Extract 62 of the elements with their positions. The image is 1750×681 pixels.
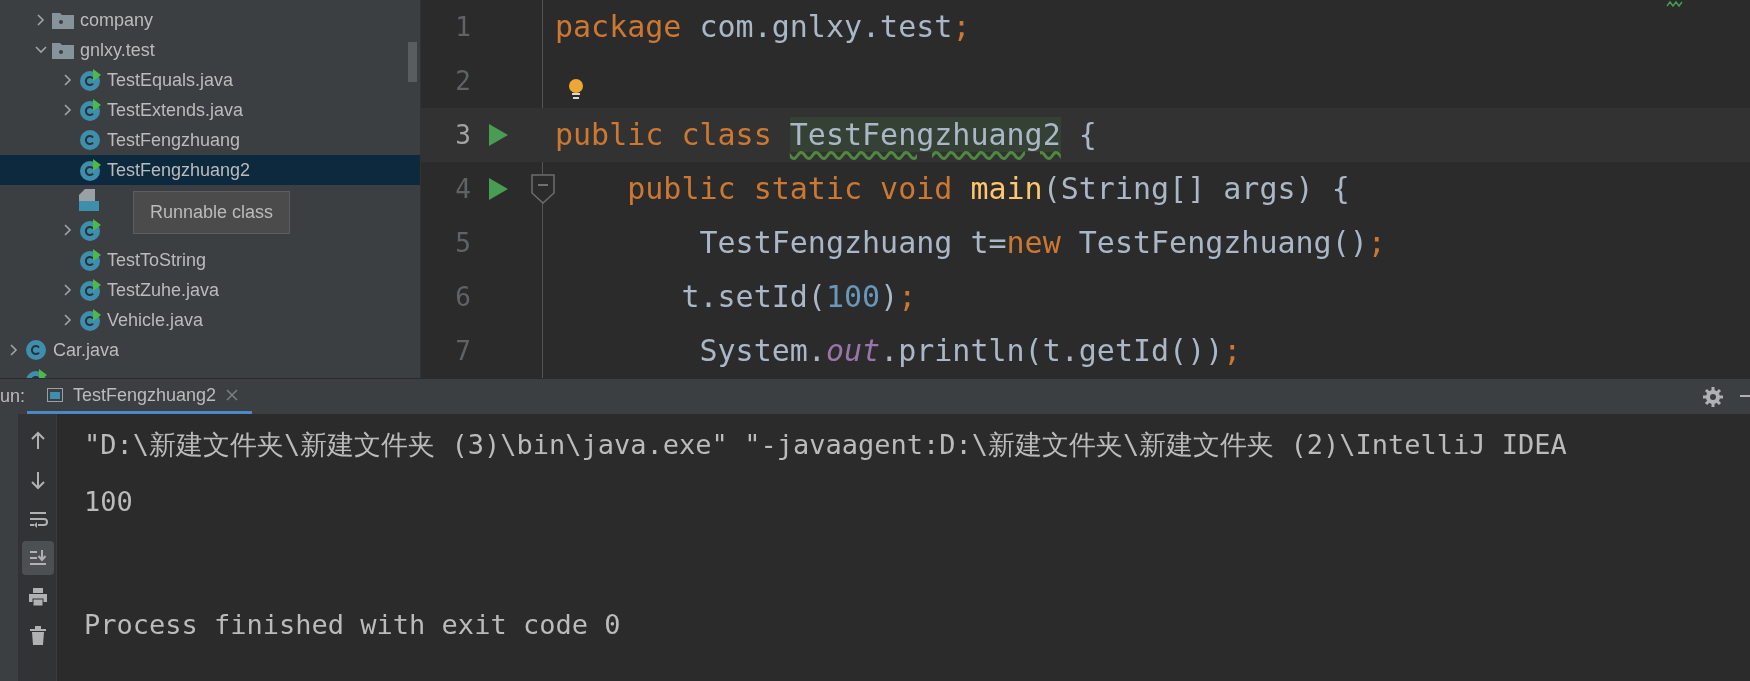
run-icon[interactable]	[487, 124, 508, 146]
runnable-class-icon	[79, 99, 101, 121]
scroll-to-end-icon	[27, 548, 48, 568]
close-icon[interactable]	[226, 389, 239, 401]
run-icon[interactable]	[487, 178, 508, 200]
code-line: public static void main(String[] args) {	[626, 170, 1350, 208]
class-icon	[79, 129, 101, 151]
chevron-right-icon[interactable]	[62, 314, 74, 326]
code-line: package com.gnlxy.test;	[555, 8, 971, 46]
tree-item[interactable]: gnlxy.test	[0, 35, 420, 65]
runnable-class-icon	[79, 249, 101, 271]
scrollbar[interactable]	[408, 42, 417, 82]
lightbulb-icon[interactable]	[567, 78, 585, 102]
folder-icon	[52, 11, 74, 29]
folder-icon	[52, 41, 74, 59]
soft-wrap-icon	[27, 509, 48, 529]
chevron-right-icon[interactable]	[8, 344, 20, 356]
code-line: t.setId(100);	[680, 278, 917, 316]
code-line: TestFengzhuang t=new TestFengzhuang();	[698, 224, 1386, 262]
chevron-right-icon[interactable]	[62, 224, 74, 236]
tree-item[interactable]: company	[0, 5, 420, 35]
console-line: "D:\新建文件夹\新建文件夹 (3)\bin\java.exe" "-javaagent:D:\新建文件夹\新建文件夹 (2)\IntelliJ IDEA	[84, 428, 1567, 462]
line-number: 7	[454, 336, 472, 366]
tree-item[interactable]: Vehicle.java	[0, 305, 420, 335]
settings-icon[interactable]	[1703, 387, 1723, 407]
runnable-class-icon	[79, 309, 101, 331]
code-line: public class TestFengzhuang2 {	[555, 116, 1097, 154]
trash-icon	[27, 626, 48, 646]
console-line: 100	[84, 485, 134, 519]
line-number: 4	[454, 174, 472, 204]
console-line: Process finished with exit code 0	[84, 608, 622, 642]
line-number: 2	[454, 66, 472, 96]
line-number: 6	[454, 282, 472, 312]
runnable-class-icon	[79, 279, 101, 301]
java-file-icon	[79, 189, 99, 211]
line-number: 3	[454, 120, 472, 150]
console-icon	[47, 388, 63, 402]
fold-icon[interactable]	[531, 174, 555, 204]
printer-icon	[27, 587, 48, 607]
tree-item[interactable]: TestEquals.java	[0, 65, 420, 95]
line-number: 1	[454, 12, 472, 42]
chevron-right-icon[interactable]	[62, 284, 74, 296]
chevron-right-icon[interactable]	[35, 14, 47, 26]
panel-label: un:	[0, 386, 27, 407]
line-number: 5	[454, 228, 472, 258]
chevron-down-icon[interactable]	[35, 44, 47, 56]
tree-item[interactable]: TestFengzhuang	[0, 125, 420, 155]
runnable-class-icon	[79, 159, 101, 181]
chevron-right-icon[interactable]	[62, 104, 74, 116]
tree-item[interactable]: Car.java	[0, 335, 420, 365]
toolbar-button[interactable]	[21, 541, 54, 575]
inspection-icon[interactable]	[1666, 0, 1684, 8]
tree-item[interactable]: TestExtends.java	[0, 95, 420, 125]
runnable-class-icon	[79, 219, 101, 241]
class-icon	[25, 339, 47, 361]
tree-item[interactable]: TestFengzhuang2	[0, 155, 420, 185]
runnable-class-icon	[79, 69, 101, 91]
tree-item[interactable]: TestZuhe.java	[0, 275, 420, 305]
code-line: System.out.println(t.getId());	[698, 332, 1242, 370]
chevron-right-icon[interactable]	[62, 74, 74, 86]
tooltip: Runnable class	[133, 191, 291, 234]
tree-item[interactable]: TestToString	[0, 245, 420, 275]
